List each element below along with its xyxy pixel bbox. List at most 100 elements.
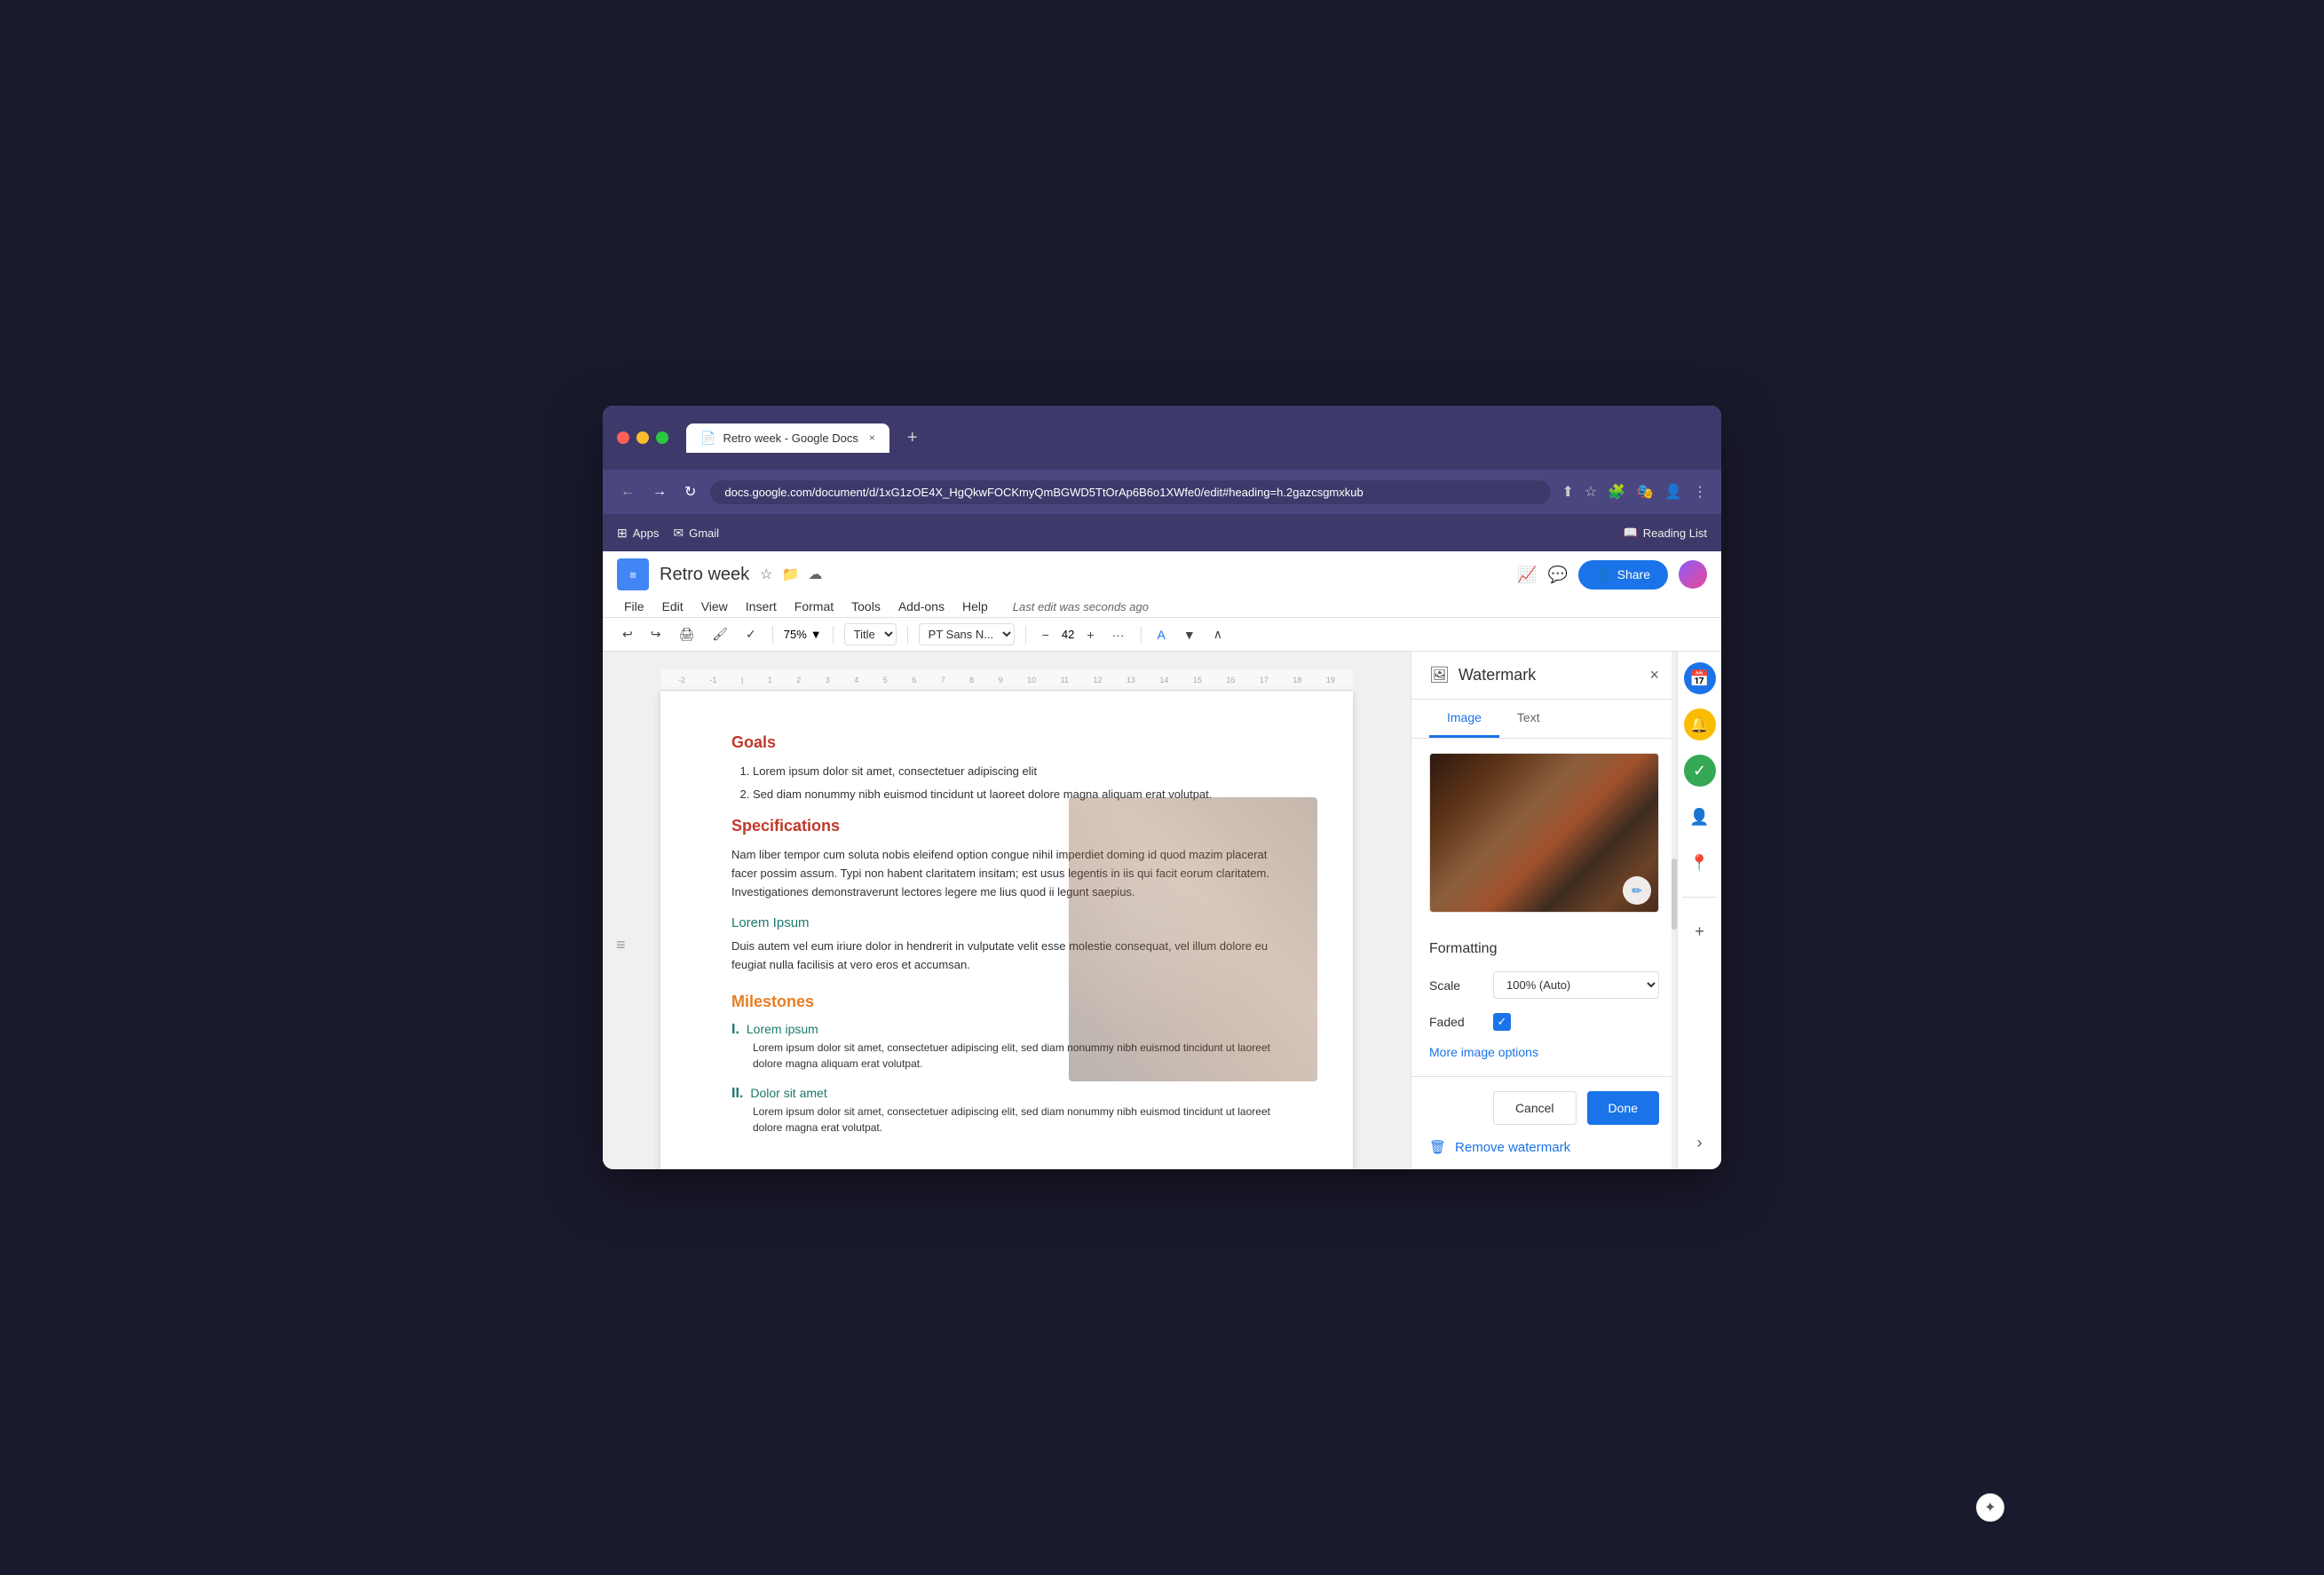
bookmark-gmail[interactable]: ✉ Gmail <box>673 526 719 541</box>
reading-list[interactable]: 📖 Reading List <box>1624 526 1707 540</box>
sidebar-expand[interactable]: › <box>1684 1127 1716 1159</box>
address-bar: ← → ↻ ⬆ ☆ 🧩 🎭 👤 ⋮ <box>603 470 1721 514</box>
minimize-button[interactable] <box>636 431 649 444</box>
reading-list-label: Reading List <box>1643 526 1707 540</box>
menu-insert[interactable]: Insert <box>739 596 784 617</box>
docs-tab-icon: 📄 <box>700 431 715 446</box>
back-button[interactable]: ← <box>617 480 638 503</box>
menu-format[interactable]: Format <box>787 596 841 617</box>
spell-check-button[interactable]: ✓ <box>740 624 762 645</box>
menu-view[interactable]: View <box>694 596 735 617</box>
close-button[interactable] <box>617 431 629 444</box>
tab-text[interactable]: Text <box>1499 700 1558 738</box>
expand-toolbar[interactable]: ∧ <box>1208 624 1228 645</box>
milestone-2-text: Lorem ipsum dolor sit amet, consectetuer… <box>753 1104 1282 1136</box>
user-avatar[interactable] <box>1679 560 1707 589</box>
sidebar-add-icon[interactable]: + <box>1684 915 1716 947</box>
tab-close-button[interactable]: × <box>869 431 875 444</box>
document-area[interactable]: ≡ -2-1|12345678910111213141516171819 Goa… <box>603 652 1411 1169</box>
more-formatting[interactable]: ··· <box>1107 625 1130 645</box>
undo-button[interactable]: ↩ <box>617 624 638 645</box>
trending-icon[interactable]: 📈 <box>1517 566 1537 584</box>
traffic-lights <box>617 431 668 444</box>
font-size-value: 42 <box>1062 628 1074 641</box>
faded-label: Faded <box>1429 1015 1482 1029</box>
panel-actions: Cancel Done <box>1429 1091 1659 1125</box>
last-edit-status: Last edit was seconds ago <box>1006 597 1156 617</box>
panel-footer: Cancel Done 🗑 Remove watermark <box>1411 1076 1677 1169</box>
highlight-button[interactable]: ▼ <box>1178 625 1201 645</box>
sidebar-chevron-icon[interactable]: › <box>1684 1127 1716 1159</box>
more-image-options-link[interactable]: More image options <box>1429 1045 1659 1059</box>
apps-icon: ⊞ <box>617 526 628 541</box>
separator-3 <box>907 626 908 644</box>
sidebar-calendar-icon[interactable]: 📅 <box>1684 662 1716 694</box>
docs-menu: File Edit View Insert Format Tools Add-o… <box>617 596 1707 617</box>
tab-image[interactable]: Image <box>1429 700 1499 738</box>
panel-header: 🖼 Watermark × <box>1411 652 1677 700</box>
folder-icon[interactable]: 📁 <box>782 566 800 583</box>
browser-tab[interactable]: 📄 Retro week - Google Docs × <box>686 423 889 453</box>
font-size-increase[interactable]: + <box>1081 625 1099 645</box>
extension-icon[interactable]: 🧩 <box>1608 483 1625 501</box>
share-page-icon[interactable]: ⬆ <box>1561 483 1573 501</box>
extension2-icon[interactable]: 🎭 <box>1636 483 1654 501</box>
menu-icon[interactable]: ⋮ <box>1693 483 1707 501</box>
profile-icon[interactable]: 👤 <box>1664 483 1682 501</box>
zoom-dropdown-icon[interactable]: ▼ <box>810 628 822 641</box>
browser-window: 📄 Retro week - Google Docs × + ← → ↻ ⬆ ☆… <box>603 406 1721 1169</box>
separator-2 <box>833 626 834 644</box>
menu-addons[interactable]: Add-ons <box>891 596 952 617</box>
panel-tabs: Image Text <box>1411 700 1677 739</box>
cancel-button[interactable]: Cancel <box>1493 1091 1577 1125</box>
done-button[interactable]: Done <box>1587 1091 1659 1125</box>
paint-format-button[interactable]: 🖌 <box>707 624 733 645</box>
url-input[interactable] <box>710 480 1551 504</box>
remove-watermark-button[interactable]: 🗑 Remove watermark <box>1429 1139 1570 1155</box>
zoom-control[interactable]: 75% ▼ <box>784 628 822 641</box>
format-toolbar: ↩ ↪ 🖨 🖌 ✓ 75% ▼ Title PT Sans N... − 42 … <box>603 618 1721 652</box>
menu-edit[interactable]: Edit <box>655 596 691 617</box>
bookmark-icon[interactable]: ☆ <box>1585 483 1597 501</box>
docs-share-button[interactable]: 👤 Share <box>1578 560 1668 590</box>
menu-tools[interactable]: Tools <box>844 596 888 617</box>
comments-icon[interactable]: 💬 <box>1548 566 1568 584</box>
text-color-button[interactable]: A <box>1152 625 1171 645</box>
scale-label: Scale <box>1429 978 1482 993</box>
sidebar-separator <box>1682 897 1717 898</box>
cloud-icon[interactable]: ☁ <box>808 566 822 583</box>
font-size-decrease[interactable]: − <box>1037 625 1055 645</box>
milestone-2-num: II. <box>731 1086 743 1102</box>
maximize-button[interactable] <box>656 431 668 444</box>
docs-logo: ≡ <box>617 558 649 590</box>
print-button[interactable]: 🖨 <box>673 624 700 645</box>
panel-close-button[interactable]: × <box>1649 666 1659 685</box>
faded-checkbox[interactable]: ✓ <box>1493 1013 1511 1031</box>
gmail-icon: ✉ <box>673 526 684 541</box>
docs-logo-icon: ≡ <box>629 568 636 582</box>
main-area: ≡ -2-1|12345678910111213141516171819 Goa… <box>603 652 1721 1169</box>
scale-row: Scale 100% (Auto) <box>1429 971 1659 999</box>
panel-scrollbar[interactable] <box>1672 652 1677 1169</box>
gmail-label: Gmail <box>689 526 719 540</box>
refresh-button[interactable]: ↻ <box>681 479 700 504</box>
star-icon[interactable]: ☆ <box>760 566 772 583</box>
new-tab-button[interactable]: + <box>900 424 925 452</box>
separator-4 <box>1025 626 1026 644</box>
menu-file[interactable]: File <box>617 596 652 617</box>
image-preview-area: ✏ <box>1429 753 1659 913</box>
docs-title-row: ≡ Retro week ☆ 📁 ☁ 📈 💬 👤 Share <box>617 558 1707 590</box>
sidebar-contacts-icon[interactable]: 👤 <box>1684 801 1716 833</box>
comment-icon[interactable]: ≡ <box>616 936 626 954</box>
scale-select[interactable]: 100% (Auto) <box>1493 971 1659 999</box>
sidebar-notes-icon[interactable]: 🔔 <box>1684 708 1716 740</box>
edit-image-button[interactable]: ✏ <box>1623 876 1651 905</box>
font-select[interactable]: PT Sans N... <box>919 623 1015 645</box>
sidebar-maps-icon[interactable]: 📍 <box>1684 847 1716 879</box>
sidebar-tasks-icon[interactable]: ✓ <box>1684 755 1716 787</box>
menu-help[interactable]: Help <box>955 596 995 617</box>
style-select[interactable]: Title <box>844 623 897 645</box>
forward-button[interactable]: → <box>649 480 670 503</box>
bookmark-apps[interactable]: ⊞ Apps <box>617 526 659 541</box>
redo-button[interactable]: ↪ <box>645 624 667 645</box>
